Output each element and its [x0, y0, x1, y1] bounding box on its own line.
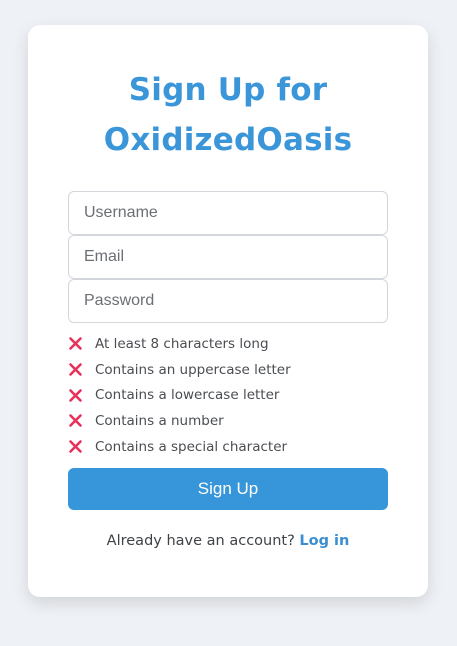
login-link[interactable]: Log in [299, 533, 349, 549]
x-icon [69, 388, 82, 402]
password-field[interactable] [68, 279, 388, 323]
x-icon [69, 337, 82, 351]
email-field[interactable] [68, 235, 388, 279]
username-field[interactable] [68, 191, 388, 235]
page-title: Sign Up for OxidizedOasis [28, 65, 428, 165]
requirement-item: At least 8 characters long [68, 331, 291, 357]
sign-up-button[interactable]: Sign Up [68, 468, 388, 510]
requirement-item: Contains a lowercase letter [68, 382, 291, 408]
requirement-label: Contains an uppercase letter [95, 361, 291, 378]
requirement-label: Contains a special character [95, 438, 288, 455]
signup-card: Sign Up for OxidizedOasis At least 8 cha… [28, 25, 428, 597]
requirement-item: Contains an uppercase letter [68, 357, 291, 383]
requirement-label: Contains a number [95, 412, 224, 429]
requirement-label: At least 8 characters long [95, 335, 269, 352]
x-icon [69, 414, 82, 428]
requirement-label: Contains a lowercase letter [95, 387, 280, 404]
requirement-item: Contains a number [68, 408, 291, 434]
login-prompt-text: Already have an account? [106, 533, 295, 549]
x-icon [69, 363, 82, 376]
requirement-item: Contains a special character [68, 434, 291, 460]
password-requirements: At least 8 characters long Contains an u… [68, 331, 291, 459]
title-line-2: OxidizedOasis [103, 122, 353, 158]
login-prompt: Already have an account? Log in [28, 533, 428, 549]
x-icon [69, 440, 82, 453]
title-line-1: Sign Up for [128, 72, 328, 108]
